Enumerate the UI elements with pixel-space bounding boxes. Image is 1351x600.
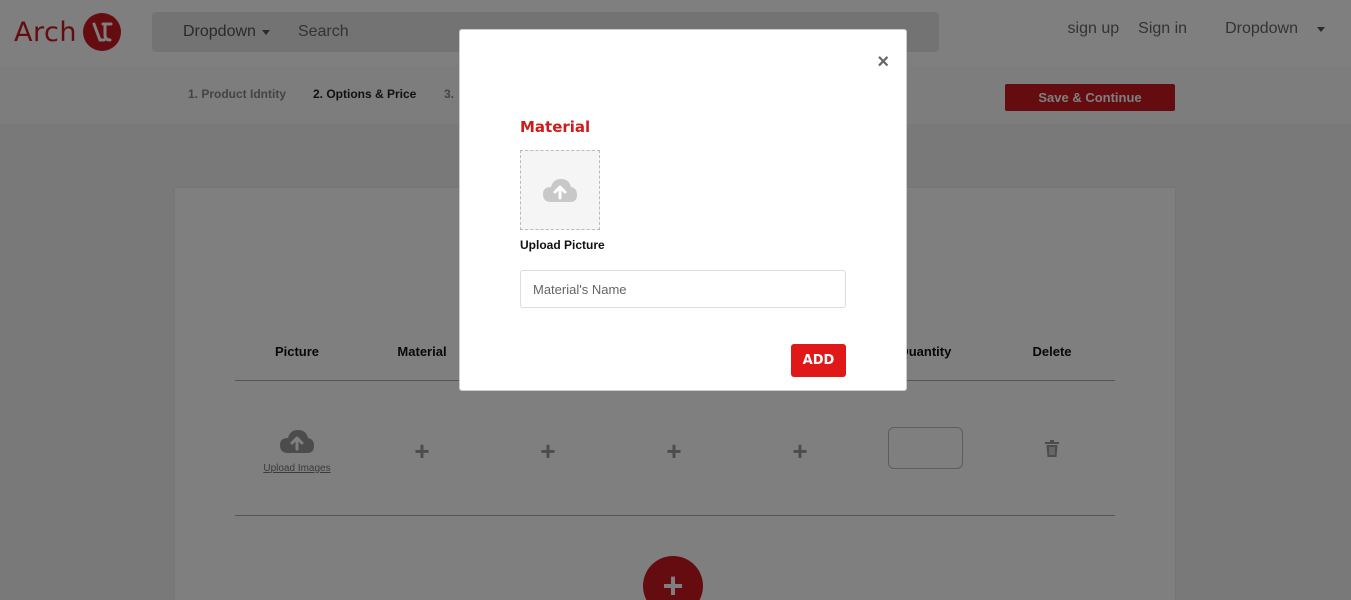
upload-picture-dropzone[interactable] <box>520 150 600 230</box>
modal-title: Material <box>520 118 591 136</box>
close-icon[interactable]: × <box>877 52 889 72</box>
material-modal: × Material Upload Picture ADD <box>459 29 907 391</box>
upload-picture-label: Upload Picture <box>520 238 605 252</box>
add-button[interactable]: ADD <box>791 344 846 377</box>
cloud-upload-icon <box>543 179 577 202</box>
material-name-input[interactable] <box>520 270 846 308</box>
